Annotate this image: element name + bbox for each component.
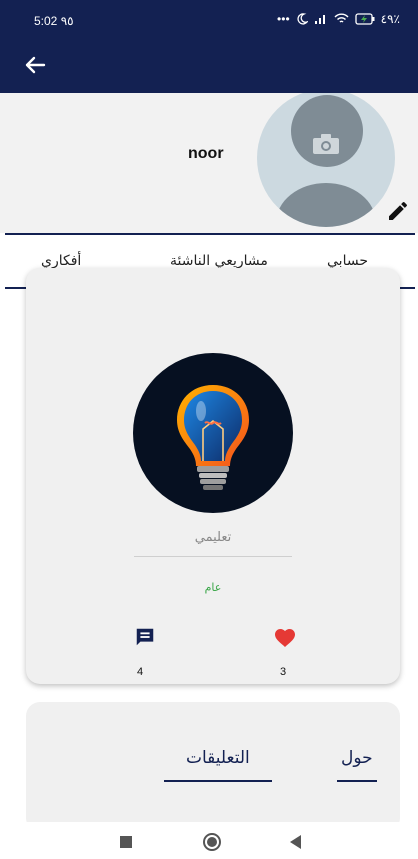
camera-icon xyxy=(313,134,339,154)
moon-icon xyxy=(297,13,308,25)
wifi-icon xyxy=(334,13,349,23)
battery-charging-icon xyxy=(355,13,375,25)
system-nav-bar xyxy=(0,822,418,859)
divider xyxy=(134,556,292,557)
dots-icon: ••• xyxy=(277,12,290,26)
tab-comments-underline xyxy=(164,780,272,782)
heart-icon[interactable] xyxy=(273,626,297,648)
app-bar xyxy=(0,40,418,93)
tab-my-account[interactable]: حسابي xyxy=(327,253,368,269)
tab-my-ideas[interactable]: أفكاري xyxy=(41,253,81,269)
signal-icon xyxy=(314,15,325,24)
tab-comments[interactable]: التعليقات xyxy=(164,748,272,782)
status-time: 5:02 ٩٥ xyxy=(34,14,74,28)
visibility-label: عام xyxy=(204,581,222,594)
idea-category: تعليمي xyxy=(194,530,232,545)
recent-apps-button[interactable] xyxy=(120,836,132,848)
tab-comments-label: التعليقات xyxy=(186,748,250,768)
comment-count: 4 xyxy=(137,666,144,678)
status-bar: 5:02 ٩٥ ••• ٤٩٪ xyxy=(0,0,418,40)
comment-icon[interactable] xyxy=(134,626,156,648)
tab-about-underline xyxy=(337,780,377,782)
back-button[interactable] xyxy=(290,835,301,849)
avatar-body xyxy=(276,183,376,227)
lightbulb-illustration xyxy=(133,353,293,513)
tab-my-startups[interactable]: مشاريعي الناشئة xyxy=(170,253,268,269)
home-button[interactable] xyxy=(203,833,221,851)
status-icons: ••• ٤٩٪ xyxy=(277,12,400,26)
tab-about[interactable]: حول xyxy=(337,748,377,782)
idea-card[interactable]: تعليمي عام 4 3 xyxy=(26,268,400,684)
tab-about-label: حول xyxy=(341,748,373,768)
profile-name: noor xyxy=(188,145,224,162)
like-count: 3 xyxy=(280,666,287,678)
avatar[interactable] xyxy=(257,93,395,227)
battery-level: ٤٩٪ xyxy=(380,12,400,26)
back-arrow-icon[interactable] xyxy=(20,50,50,80)
pencil-icon[interactable] xyxy=(386,199,410,223)
profile-header: noor xyxy=(0,93,418,233)
detail-tabs: حول التعليقات xyxy=(26,702,400,832)
avatar-head xyxy=(291,95,363,167)
